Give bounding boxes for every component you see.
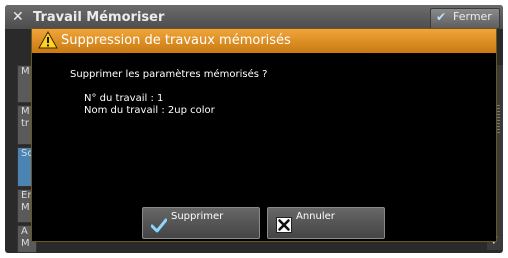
tools-icon: ✕ (12, 9, 24, 25)
job-name: Nom du travail : 2up color (84, 105, 215, 116)
delete-confirmation-dialog: Suppression de travaux mémorisés Supprim… (31, 28, 497, 242)
cancel-button-label: Annuler (296, 211, 335, 222)
close-button-label: Fermer (453, 10, 492, 23)
dialog-title: Suppression de travaux mémorisés (61, 33, 291, 48)
delete-button[interactable]: Supprimer (142, 207, 260, 239)
close-box-icon (276, 217, 292, 233)
warning-icon (38, 31, 58, 49)
confirmation-message: Supprimer les paramètres mémorisés ? (70, 69, 268, 80)
delete-button-label: Supprimer (171, 211, 224, 222)
window-title: Travail Mémoriser (33, 10, 165, 25)
cancel-button[interactable]: Annuler (267, 207, 385, 239)
close-button: ✔ Fermer (430, 8, 500, 29)
window-titlebar: ✕ Travail Mémoriser ✔ Fermer (5, 5, 503, 29)
checkmark-icon: ✔ (436, 10, 447, 24)
checkmark-icon (151, 218, 167, 233)
job-number: N° du travail : 1 (84, 93, 164, 104)
dialog-header: Suppression de travaux mémorisés (32, 29, 496, 53)
